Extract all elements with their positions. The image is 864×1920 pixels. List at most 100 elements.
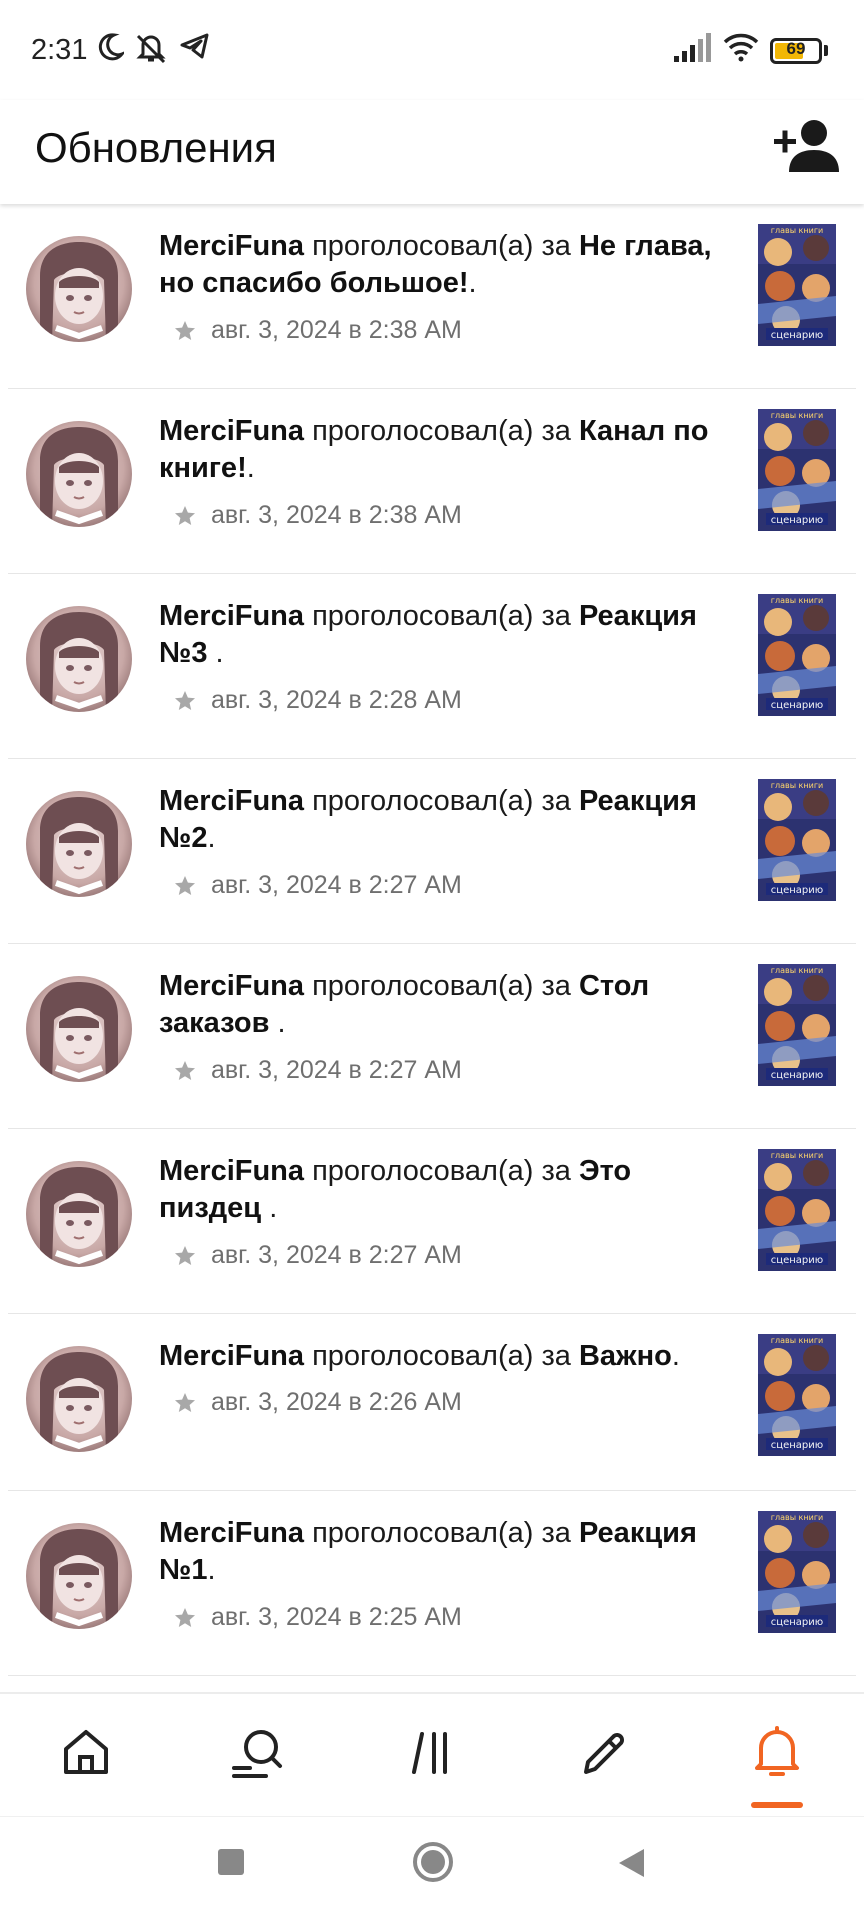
title-suffix: .: [468, 267, 477, 299]
star-icon: [175, 691, 195, 711]
chapter-title-link[interactable]: Важно: [579, 1340, 672, 1372]
bottom-nav: [0, 1692, 864, 1816]
action-text: проголосовал(а) за: [304, 415, 579, 447]
svg-text:главы книги: главы книги: [771, 1151, 823, 1160]
action-text: проголосовал(а) за: [304, 970, 579, 1002]
user-avatar[interactable]: [26, 791, 132, 897]
feed-item[interactable]: MerciFuna проголосовал(а) за Не глава, н…: [8, 204, 856, 389]
add-user-button[interactable]: [772, 116, 844, 180]
title-suffix: .: [215, 637, 224, 669]
book-cover-thumbnail[interactable]: сценарию главы книги: [758, 224, 836, 346]
username-link[interactable]: MerciFuna: [159, 1340, 304, 1372]
user-avatar[interactable]: [26, 421, 132, 527]
book-cover-thumbnail[interactable]: сценарию главы книги: [758, 779, 836, 901]
feed-item-meta: авг. 3, 2024 в 2:27 AM: [173, 871, 462, 900]
username-link[interactable]: MerciFuna: [159, 1517, 304, 1549]
timestamp: авг. 3, 2024 в 2:27 AM: [211, 1241, 462, 1269]
feed-item-text: MerciFuna проголосовал(а) за Канал по кн…: [159, 413, 739, 487]
title-suffix: .: [269, 1192, 278, 1224]
feed-item-text: MerciFuna проголосовал(а) за Важно.: [159, 1338, 739, 1375]
active-tab-indicator: [751, 1802, 803, 1808]
nav-library-button[interactable]: [402, 1722, 462, 1782]
user-avatar[interactable]: [26, 1346, 132, 1452]
svg-text:сценарию: сценарию: [771, 885, 823, 896]
action-text: проголосовал(а) за: [304, 1340, 579, 1372]
book-cover-thumbnail[interactable]: сценарию главы книги: [758, 1149, 836, 1271]
feed-item-text: MerciFuna проголосовал(а) за Стол заказо…: [159, 968, 739, 1042]
book-cover-thumbnail[interactable]: сценарию главы книги: [758, 1334, 836, 1456]
search-icon: [232, 1730, 282, 1778]
nav-search-button[interactable]: [228, 1722, 288, 1782]
feed-item-meta: авг. 3, 2024 в 2:26 AM: [173, 1388, 462, 1417]
feed-item[interactable]: MerciFuna проголосовал(а) за Реакция №3 …: [8, 574, 856, 759]
feed-item[interactable]: MerciFuna проголосовал(а) за Это пиздец …: [8, 1129, 856, 1314]
svg-text:главы книги: главы книги: [771, 781, 823, 790]
svg-text:главы книги: главы книги: [771, 411, 823, 420]
book-cover-thumbnail[interactable]: сценарию главы книги: [758, 409, 836, 531]
svg-text:главы книги: главы книги: [771, 226, 823, 235]
nav-home-button[interactable]: [56, 1722, 116, 1782]
app-header: Обновления: [0, 100, 864, 204]
feed-item-text: MerciFuna проголосовал(а) за Реакция №3 …: [159, 598, 739, 672]
svg-text:главы книги: главы книги: [771, 1336, 823, 1345]
svg-text:сценарию: сценарию: [771, 1617, 823, 1628]
star-icon: [175, 1061, 195, 1081]
signal-icon: [674, 33, 711, 62]
timestamp: авг. 3, 2024 в 2:27 AM: [211, 1056, 462, 1084]
svg-text:сценарию: сценарию: [771, 515, 823, 526]
title-suffix: .: [246, 452, 255, 484]
book-cover-thumbnail[interactable]: сценарию главы книги: [758, 594, 836, 716]
svg-text:сценарию: сценарию: [771, 1440, 823, 1451]
book-cover-thumbnail[interactable]: сценарию главы книги: [758, 1511, 836, 1633]
action-text: проголосовал(а) за: [304, 600, 579, 632]
username-link[interactable]: MerciFuna: [159, 785, 304, 817]
nav-write-button[interactable]: [574, 1722, 634, 1782]
feed-item-meta: авг. 3, 2024 в 2:27 AM: [173, 1056, 462, 1085]
svg-text:главы книги: главы книги: [771, 966, 823, 975]
feed-item-text: MerciFuna проголосовал(а) за Реакция №1.: [159, 1515, 739, 1589]
back-button[interactable]: [616, 1847, 646, 1884]
feed-item[interactable]: MerciFuna проголосовал(а) за Стол заказо…: [8, 944, 856, 1129]
svg-text:главы книги: главы книги: [771, 1513, 823, 1522]
svg-text:сценарию: сценарию: [771, 1255, 823, 1266]
action-text: проголосовал(а) за: [304, 785, 579, 817]
username-link[interactable]: MerciFuna: [159, 1155, 304, 1187]
star-icon: [175, 506, 195, 526]
feed-item-meta: авг. 3, 2024 в 2:38 AM: [173, 501, 462, 530]
feed-item-text: MerciFuna проголосовал(а) за Не глава, н…: [159, 228, 739, 302]
star-icon: [175, 876, 195, 896]
user-avatar[interactable]: [26, 236, 132, 342]
home-button[interactable]: [412, 1841, 454, 1888]
user-avatar[interactable]: [26, 1523, 132, 1629]
username-link[interactable]: MerciFuna: [159, 970, 304, 1002]
nav-notifications-button[interactable]: [747, 1722, 807, 1782]
username-link[interactable]: MerciFuna: [159, 600, 304, 632]
battery-nub: [824, 45, 828, 56]
timestamp: авг. 3, 2024 в 2:25 AM: [211, 1603, 462, 1631]
feed-item[interactable]: MerciFuna проголосовал(а) за Реакция №2.…: [8, 759, 856, 944]
username-link[interactable]: MerciFuna: [159, 415, 304, 447]
recents-button[interactable]: [216, 1847, 246, 1882]
book-cover-thumbnail[interactable]: сценарию главы книги: [758, 964, 836, 1086]
feed-item[interactable]: MerciFuna проголосовал(а) за Реакция №1.…: [8, 1491, 856, 1676]
feed-item-text: MerciFuna проголосовал(а) за Это пиздец …: [159, 1153, 739, 1227]
star-icon: [175, 321, 195, 341]
svg-text:сценарию: сценарию: [771, 700, 823, 711]
title-suffix: .: [671, 1340, 680, 1372]
user-avatar[interactable]: [26, 1161, 132, 1267]
wifi-icon: [723, 33, 759, 62]
feed-item-meta: авг. 3, 2024 в 2:27 AM: [173, 1241, 462, 1270]
action-text: проголосовал(а) за: [304, 1155, 579, 1187]
title-suffix: .: [277, 1007, 286, 1039]
feed-item[interactable]: MerciFuna проголосовал(а) за Важно. авг.…: [8, 1314, 856, 1491]
star-icon: [175, 1393, 195, 1413]
feed-item[interactable]: MerciFuna проголосовал(а) за Канал по кн…: [8, 389, 856, 574]
moon-icon: [98, 33, 124, 61]
timestamp: авг. 3, 2024 в 2:28 AM: [211, 686, 462, 714]
library-icon: [412, 1732, 447, 1774]
add-user-icon: [774, 120, 839, 172]
user-avatar[interactable]: [26, 976, 132, 1082]
notifications-icon: [755, 1726, 799, 1776]
user-avatar[interactable]: [26, 606, 132, 712]
username-link[interactable]: MerciFuna: [159, 230, 304, 262]
